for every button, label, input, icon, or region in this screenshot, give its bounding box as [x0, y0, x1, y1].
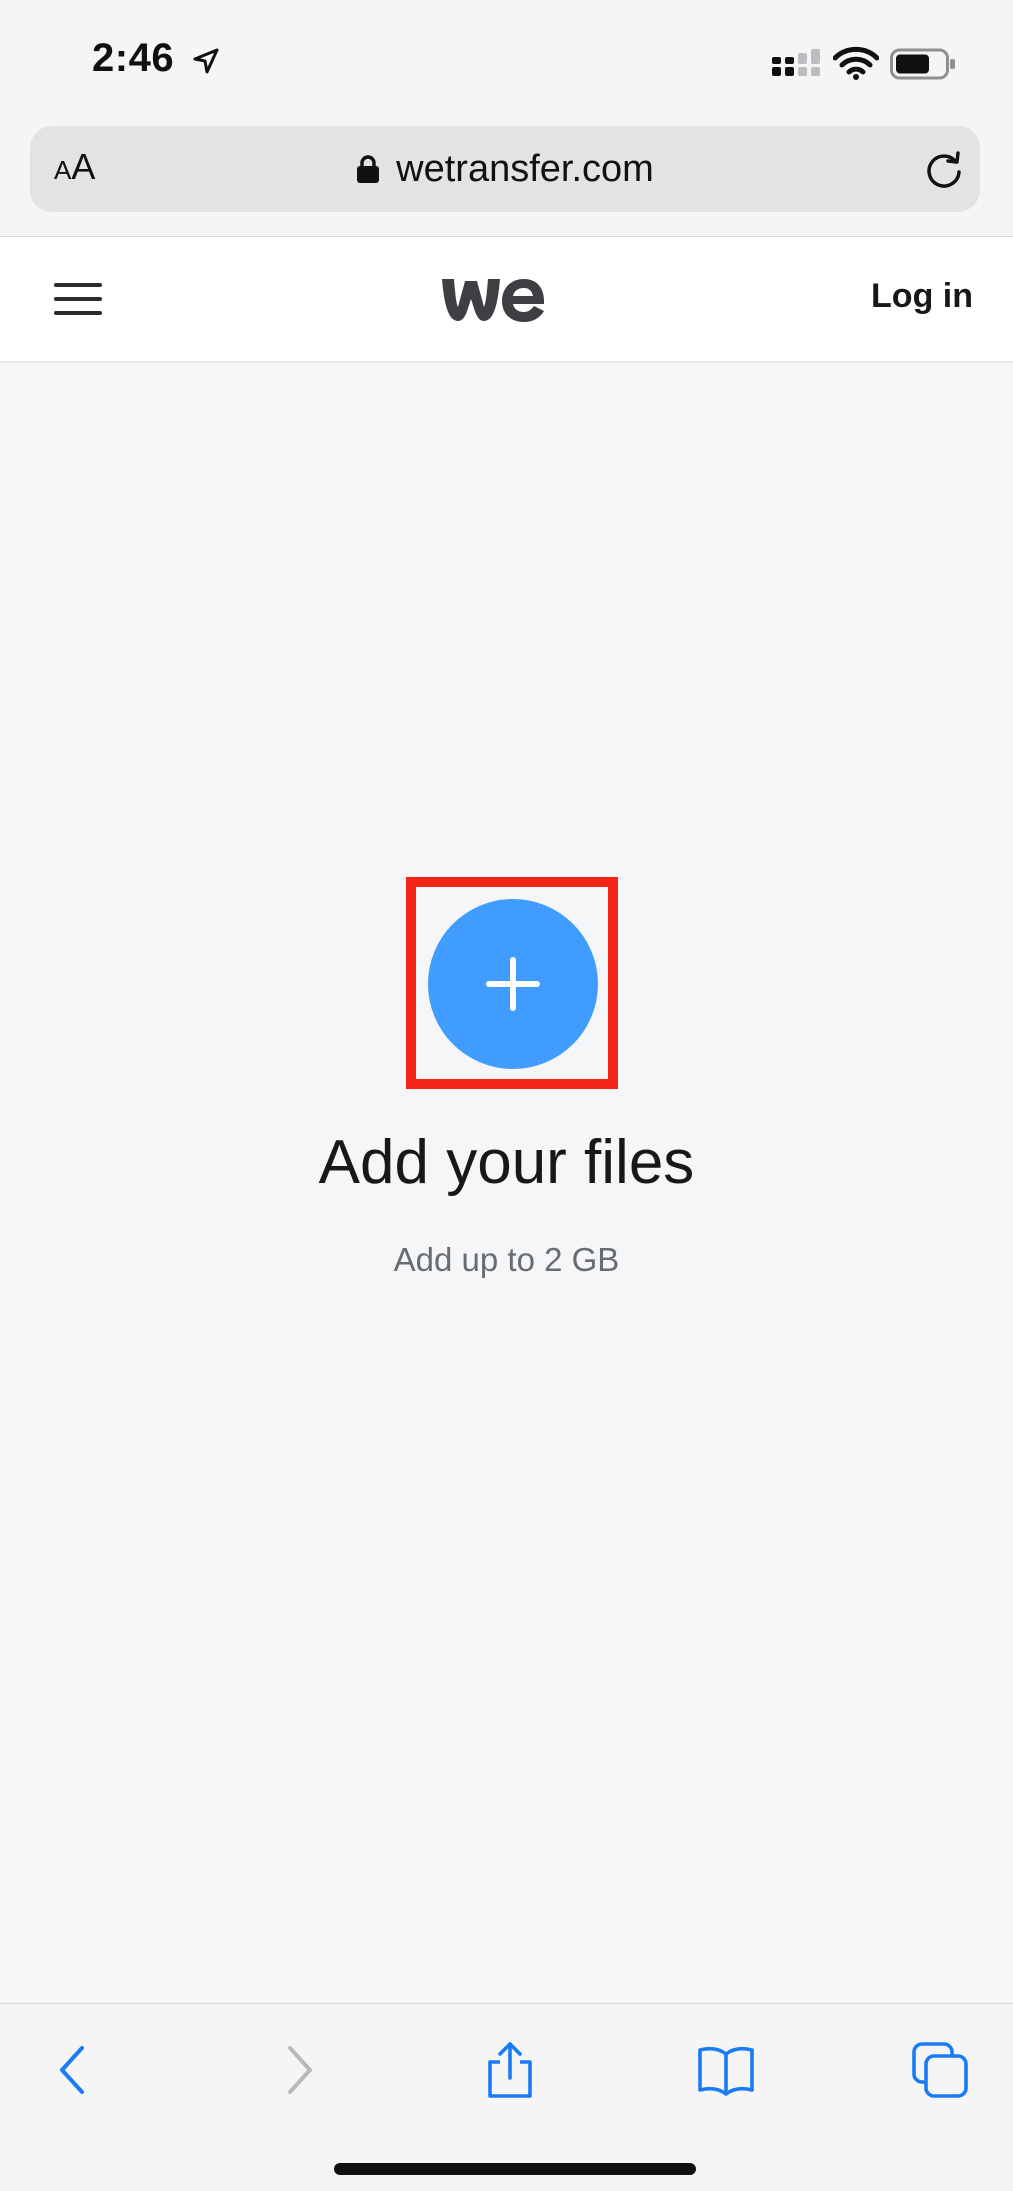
url-text[interactable]: wetransfer.com — [396, 148, 654, 191]
text-size-small-a: A — [54, 155, 72, 185]
add-files-title: Add your files — [318, 1128, 695, 1197]
url-group: wetransfer.com — [30, 126, 980, 212]
upload-limit-text: Add up to 2 GB — [393, 1241, 620, 1278]
share-icon — [488, 2042, 532, 2098]
back-icon — [60, 2046, 84, 2094]
forward-button[interactable] — [266, 2040, 326, 2100]
lock-icon — [357, 155, 380, 183]
tabs-icon — [912, 2042, 968, 2098]
bookmarks-button[interactable] — [696, 2040, 756, 2100]
status-time: 2:46 — [92, 36, 175, 80]
battery-icon — [890, 48, 955, 80]
text-size-large-a: A — [71, 146, 96, 187]
bookmarks-icon — [698, 2047, 754, 2096]
reload-icon[interactable] — [922, 148, 966, 192]
wifi-icon — [833, 46, 879, 80]
plus-icon — [486, 957, 540, 1011]
site-header: Log in — [0, 237, 1013, 363]
address-bar[interactable]: AA wetransfer.com — [30, 126, 980, 212]
login-link[interactable]: Log in — [871, 277, 973, 316]
tabs-button[interactable] — [910, 2040, 970, 2100]
forward-icon — [288, 2046, 312, 2094]
cellular-signal-icon — [772, 49, 820, 76]
upload-panel: Add your files Add up to 2 GB — [0, 363, 1013, 2003]
text-size-button[interactable]: AA — [54, 146, 95, 192]
home-indicator — [334, 2163, 696, 2175]
screen: 2:46 AA wetransfer.com Log in Add your f… — [0, 0, 1013, 2191]
back-button[interactable] — [46, 2040, 106, 2100]
status-bar: 2:46 — [0, 0, 1013, 118]
hamburger-menu-icon[interactable] — [54, 281, 102, 317]
add-files-button[interactable] — [428, 899, 598, 1069]
share-button[interactable] — [480, 2040, 540, 2100]
wetransfer-logo[interactable] — [440, 273, 546, 325]
location-arrow-icon — [193, 48, 219, 74]
